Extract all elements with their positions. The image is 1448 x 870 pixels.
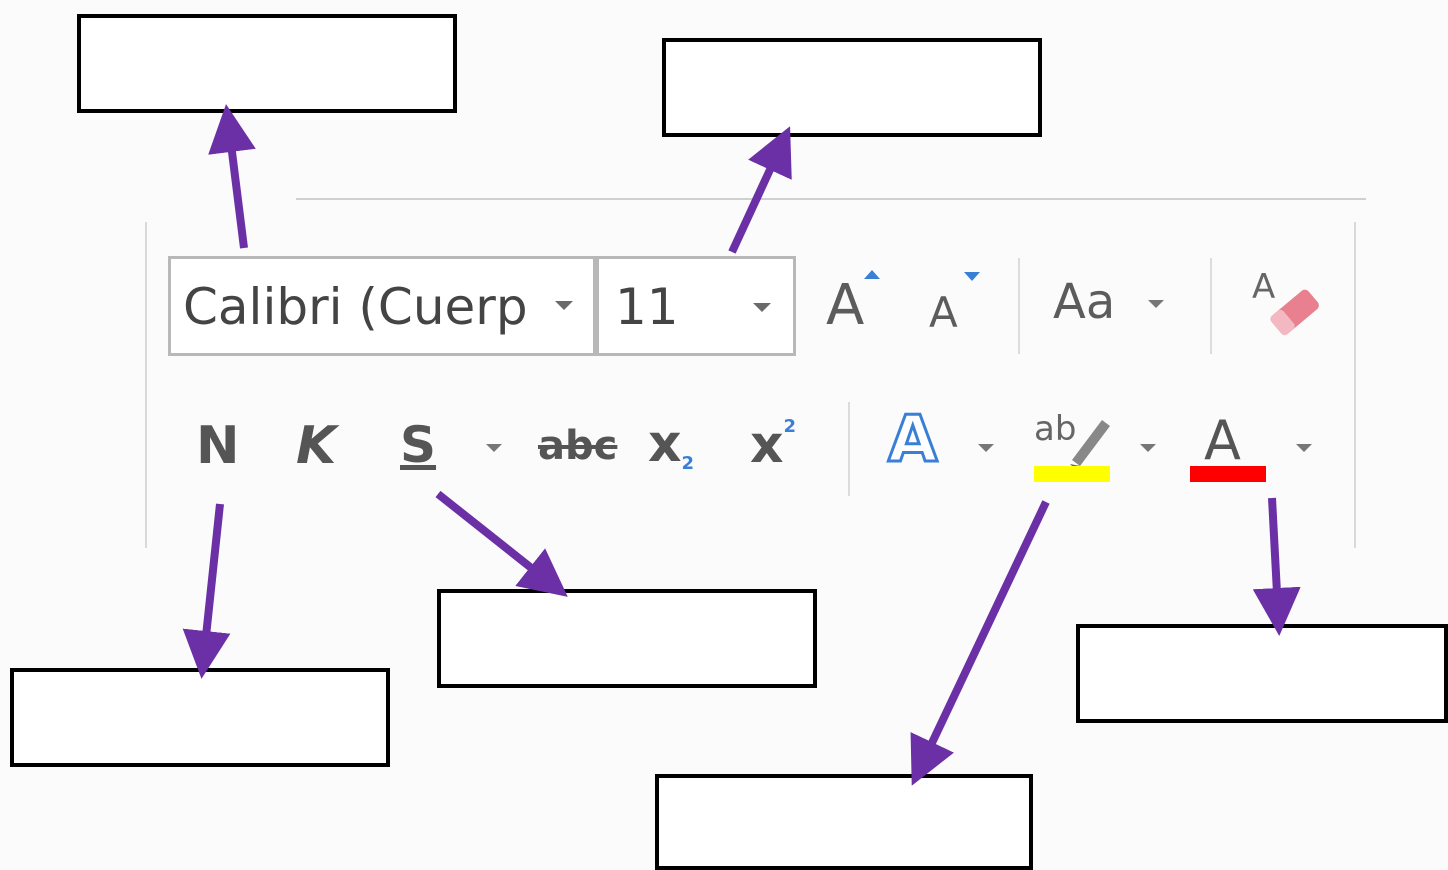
- eraser-icon: [1270, 289, 1319, 336]
- subscript-icon: x: [648, 414, 682, 474]
- label-box-font-size[interactable]: [662, 38, 1042, 137]
- chevron-down-icon: [1140, 444, 1156, 452]
- strikethrough-icon: abc: [538, 423, 618, 469]
- underline-icon: S: [400, 416, 437, 474]
- superscript-button[interactable]: x2: [750, 416, 797, 472]
- italic-button[interactable]: K: [296, 420, 336, 472]
- ribbon-right-border: [1354, 222, 1356, 548]
- ribbon-left-border: [145, 222, 147, 548]
- label-box-font[interactable]: [77, 14, 457, 113]
- change-case-icon: Aa: [1053, 274, 1116, 330]
- grow-font-button[interactable]: A: [826, 278, 864, 334]
- label-box-font-color[interactable]: [1076, 624, 1448, 723]
- label-box-highlight[interactable]: [655, 774, 1033, 870]
- change-case-button[interactable]: Aa: [1053, 278, 1115, 326]
- chevron-down-icon: [555, 301, 573, 310]
- bold-button[interactable]: N: [196, 420, 240, 472]
- separator: [1210, 258, 1212, 354]
- grow-font-icon: A: [826, 273, 865, 338]
- font-name-value: Calibri (Cuerpo: [183, 278, 528, 336]
- subscript-small: 2: [681, 453, 695, 474]
- chevron-down-icon: [1148, 300, 1164, 308]
- underline-button[interactable]: S: [400, 420, 436, 470]
- arrow-font-size: [728, 126, 792, 254]
- font-size-value: 11: [615, 278, 679, 336]
- italic-icon: K: [296, 416, 337, 476]
- chevron-down-icon: [1296, 444, 1312, 452]
- highlight-button[interactable]: ab: [1032, 408, 1112, 486]
- superscript-small: 2: [783, 416, 797, 437]
- font-color-button[interactable]: A: [1190, 408, 1268, 486]
- highlight-color-bar: [1034, 466, 1110, 482]
- superscript-icon: x: [750, 415, 784, 475]
- arrow-underline: [435, 490, 568, 597]
- text-effects-button[interactable]: A: [887, 407, 940, 474]
- strikethrough-button[interactable]: abc: [538, 426, 617, 466]
- grow-arrow-icon: [864, 270, 880, 279]
- bold-icon: N: [196, 416, 240, 476]
- clear-formatting-button[interactable]: A: [1252, 268, 1324, 340]
- font-name-dropdown[interactable]: Calibri (Cuerpo: [168, 256, 596, 356]
- font-color-letter: A: [1204, 409, 1241, 472]
- font-size-dropdown[interactable]: 11: [596, 256, 796, 356]
- label-box-underline[interactable]: [437, 589, 817, 688]
- chevron-down-icon: [978, 444, 994, 452]
- shrink-font-button[interactable]: A: [929, 292, 958, 334]
- arrow-highlight: [910, 500, 1050, 786]
- ribbon-top-border: [296, 198, 1366, 200]
- label-box-bold[interactable]: [10, 668, 390, 767]
- subscript-button[interactable]: x2: [648, 418, 694, 473]
- chevron-down-icon: [486, 444, 502, 452]
- font-color-bar: [1190, 466, 1266, 482]
- arrow-bold: [182, 503, 231, 679]
- chevron-down-icon: [753, 303, 771, 312]
- text-effects-icon: A: [887, 403, 940, 477]
- shrink-arrow-icon: [964, 272, 980, 281]
- separator: [1018, 258, 1020, 354]
- arrow-font-name: [208, 104, 256, 249]
- shrink-font-icon: A: [929, 288, 958, 337]
- separator: [848, 402, 850, 496]
- arrow-font-color: [1252, 497, 1301, 636]
